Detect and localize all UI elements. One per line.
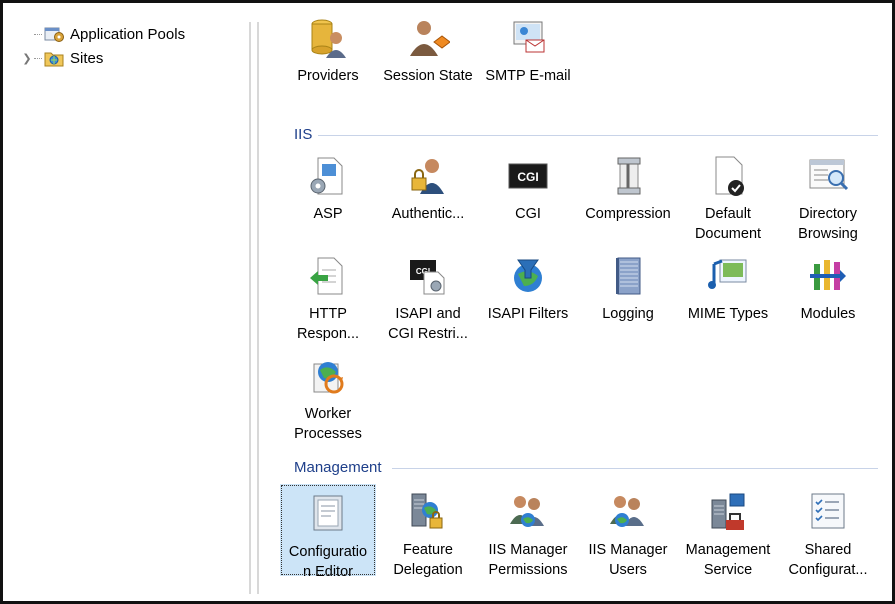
connections-tree: Application Pools ❯ Sites [20,22,245,70]
directory-browsing-icon [809,159,849,191]
isapi-cgi-restrictions-icon: CGI [410,260,445,295]
feature-label: ISAPI and [395,306,461,322]
feature-modules[interactable]: Modules [778,240,878,340]
feature-management-service[interactable]: Management Service [678,476,778,578]
management-service-icon [711,493,745,530]
authentication-icon [411,159,444,194]
feature-label: MIME Types [687,306,769,322]
feature-http-response[interactable]: HTTP Respon... [278,240,378,342]
worker-processes-icon [313,362,344,394]
feature-label: Logging [602,306,654,322]
smtp-email-icon [513,21,545,53]
default-document-icon [715,156,744,196]
feature-iis-manager-users[interactable]: IIS Manager Users [578,476,678,578]
feature-label: Modules [800,306,856,322]
feature-label: Management [685,542,771,558]
configuration-editor-icon [313,495,343,531]
providers-icon [311,19,346,58]
features-view: Providers Session State SMTP E-mail IIS … [276,0,886,600]
feature-label: Session State [383,68,473,84]
iis-manager-users-icon [610,496,644,527]
tree-item-label: Application Pools [70,25,186,43]
feature-compression[interactable]: Compression [578,140,678,240]
application-pools-icon [44,27,64,42]
feature-logging[interactable]: Logging [578,240,678,340]
feature-label-line2: Delegation [393,562,463,578]
feature-feature-delegation[interactable]: Feature Delegation [378,476,478,578]
feature-worker-processes[interactable]: Worker Processes [278,340,378,442]
svg-text:CGI: CGI [517,170,538,184]
feature-session-state[interactable]: Session State [378,6,478,106]
logging-icon [616,257,641,295]
group-divider [318,135,878,136]
feature-label: CGI [515,206,541,222]
feature-label-line2: Processes [294,426,362,442]
mime-types-icon [708,259,747,289]
feature-label: SMTP E-mail [485,68,571,84]
shared-configuration-icon [811,493,845,529]
feature-label: Feature [403,542,453,558]
feature-isapi-filters[interactable]: ISAPI Filters [478,240,578,340]
cgi-icon: CGI [508,163,548,189]
feature-label: Shared [804,542,852,558]
splitter[interactable] [249,22,251,594]
session-state-icon [410,21,450,56]
feature-label: Authentic... [391,206,465,222]
feature-delegation-icon [411,493,443,529]
group-header-management: Management [294,459,382,476]
splitter[interactable] [257,22,259,594]
feature-default-document[interactable]: Default Document [678,140,778,242]
tree-item-sites[interactable]: ❯ Sites [20,46,245,70]
expand-chevron-icon[interactable]: ❯ [20,51,34,65]
feature-label-line2: Users [609,562,647,578]
feature-shared-configuration[interactable]: Shared Configurat... [778,476,878,578]
feature-label: Worker [304,406,352,422]
asp-icon [310,157,343,195]
feature-label: ASP [313,206,343,222]
feature-smtp-email[interactable]: SMTP E-mail [478,6,578,106]
modules-icon [810,260,846,290]
feature-configuration-editor[interactable]: Configuratio n Editor [280,484,376,580]
feature-label: ISAPI Filters [487,306,569,322]
tree-item-application-pools[interactable]: Application Pools [20,22,245,46]
feature-label: Directory [798,206,857,222]
feature-label-line2: Service [703,562,753,578]
feature-label: Providers [297,68,359,84]
feature-label-line2: n Editor [303,564,353,580]
feature-label: IIS Manager [588,542,668,558]
iis-manager-permissions-icon [510,496,544,527]
isapi-filters-icon [514,259,542,292]
feature-label: Default [705,206,751,222]
http-response-icon [310,257,343,295]
feature-asp[interactable]: ASP [278,140,378,240]
feature-label-line2: CGI Restri... [388,326,468,342]
feature-label-line2: Permissions [488,562,568,578]
feature-label: Configuratio [288,544,368,560]
feature-label: IIS Manager [488,542,568,558]
tree-item-label: Sites [70,49,104,67]
feature-directory-browsing[interactable]: Directory Browsing [778,140,878,242]
feature-authentication[interactable]: Authentic... [378,140,478,240]
feature-label: Compression [585,206,671,222]
feature-mime-types[interactable]: MIME Types [678,240,778,340]
feature-cgi[interactable]: CGI CGI [478,140,578,240]
feature-iis-manager-permissions[interactable]: IIS Manager Permissions [478,476,578,578]
feature-label-line2: Configurat... [788,562,868,578]
feature-isapi-cgi-restrictions[interactable]: CGI ISAPI and CGI Restri... [378,240,478,342]
compression-icon [617,157,641,195]
sites-icon [44,52,64,67]
feature-label: HTTP [309,306,347,322]
group-divider [392,468,878,469]
feature-providers[interactable]: Providers [278,6,378,106]
